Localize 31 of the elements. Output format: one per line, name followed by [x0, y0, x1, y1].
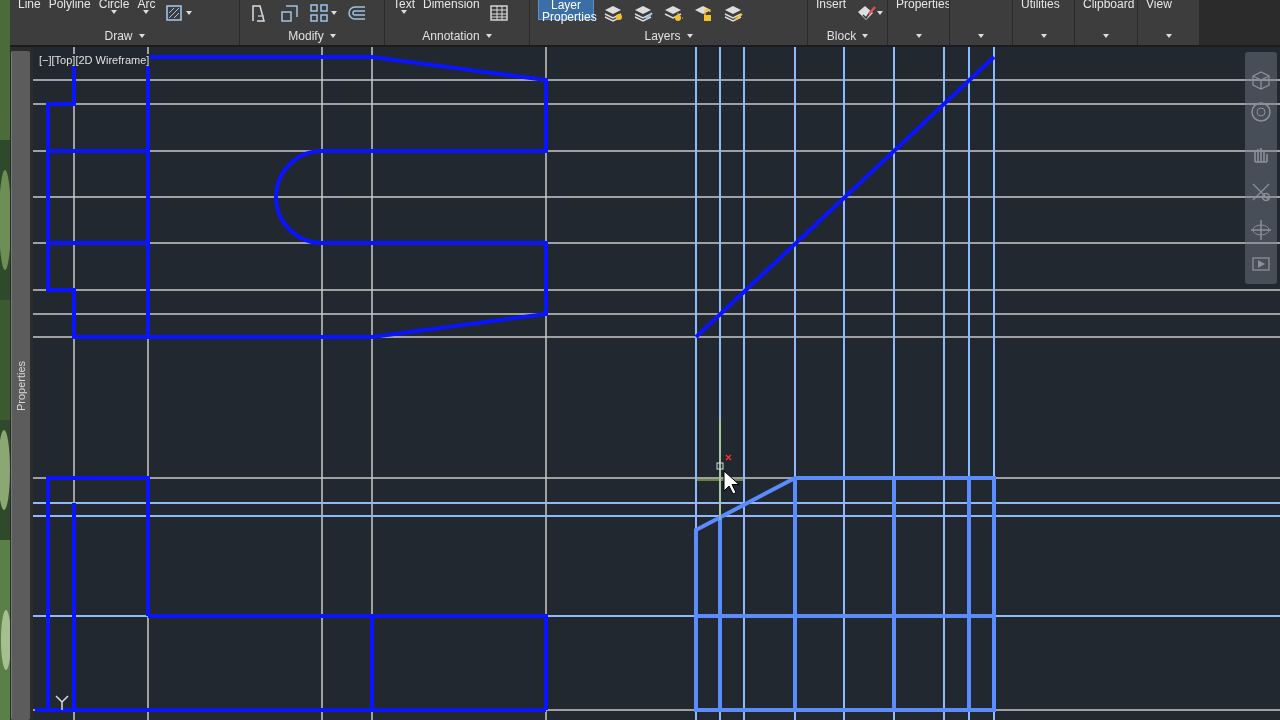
viewport-label[interactable]: [−][Top][2D Wireframe]: [38, 54, 151, 66]
tool-button[interactable]: [278, 2, 300, 24]
zoom-icon[interactable]: [1252, 183, 1271, 202]
tool-button[interactable]: Utilities: [1021, 0, 1060, 10]
properties-palette[interactable]: Properties: [11, 51, 30, 720]
tool-button[interactable]: Text: [393, 0, 415, 14]
panel-title[interactable]: Modify: [282, 27, 342, 45]
panel-title[interactable]: Annotation: [416, 27, 498, 45]
steering-wheel-icon[interactable]: [1251, 102, 1271, 122]
panel-title[interactable]: Draw: [98, 27, 151, 45]
panel-title[interactable]: Block: [820, 27, 875, 45]
tool-button[interactable]: Arc: [137, 0, 156, 14]
tool-button[interactable]: Insert: [816, 0, 846, 10]
tool-button[interactable]: Polyline: [48, 0, 91, 10]
scale-icon: [278, 2, 300, 24]
view-cube-icon[interactable]: [1252, 71, 1270, 90]
panel-title[interactable]: Layers: [638, 27, 699, 45]
tool-button[interactable]: Circle: [98, 0, 130, 14]
table-icon: [487, 2, 510, 24]
tool-button[interactable]: [163, 2, 193, 24]
palette-title: Properties: [15, 360, 27, 411]
array-icon: [308, 2, 330, 24]
pan-icon[interactable]: [1254, 147, 1268, 163]
tool-button[interactable]: View: [1146, 0, 1172, 10]
showmotion-icon[interactable]: [1252, 257, 1270, 271]
tool-button[interactable]: Dimension: [423, 0, 480, 10]
tool-button[interactable]: [487, 2, 510, 24]
tool-button[interactable]: Clipboard: [1083, 0, 1135, 10]
tool-button[interactable]: [308, 2, 337, 24]
tool-button[interactable]: Line: [18, 0, 41, 10]
ucs-icon: [55, 695, 69, 711]
